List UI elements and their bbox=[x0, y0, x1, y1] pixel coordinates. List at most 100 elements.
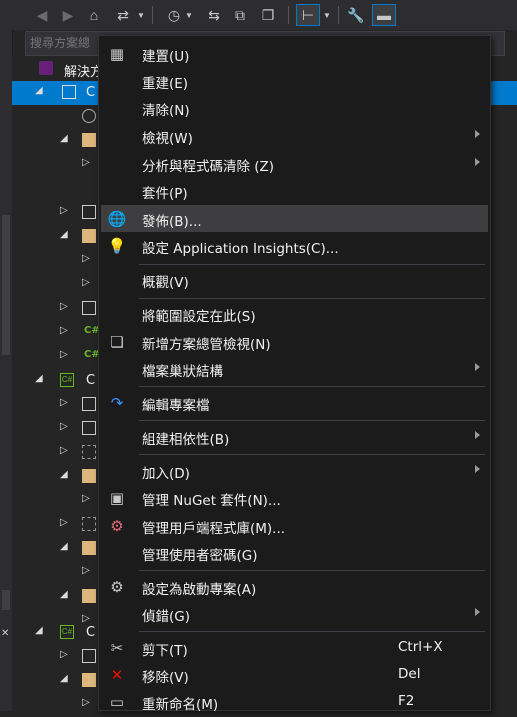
strip-mark bbox=[2, 590, 10, 610]
menu-item-add[interactable]: 加入(D) bbox=[101, 457, 488, 484]
submenu-arrow-icon bbox=[475, 158, 480, 166]
preview-icon[interactable]: ▬ bbox=[372, 4, 396, 26]
menu-item-clean[interactable]: 清除(N) bbox=[101, 94, 488, 121]
menu-item-overview[interactable]: 概觀(V) bbox=[101, 266, 488, 293]
folder-icon[interactable] bbox=[82, 589, 96, 603]
expand-arrow-icon[interactable]: ◢ bbox=[60, 541, 68, 552]
properties-icon[interactable]: 🔧 bbox=[346, 4, 366, 26]
collapse-arrow-icon[interactable]: ▷ bbox=[82, 253, 90, 264]
expand-arrow-icon[interactable]: ◢ bbox=[60, 469, 68, 480]
collapse-arrow-icon[interactable]: ▷ bbox=[82, 493, 90, 504]
expand-arrow-icon[interactable]: ◢ bbox=[35, 625, 43, 636]
publish-globe-icon: 🌐 bbox=[107, 211, 127, 228]
menu-separator bbox=[139, 264, 485, 265]
connected-services-icon[interactable] bbox=[82, 109, 96, 123]
forward-icon[interactable]: ▶ bbox=[58, 4, 78, 26]
menu-item-rebuild[interactable]: 重建(E) bbox=[101, 67, 488, 94]
expand-arrow-icon[interactable]: ◢ bbox=[35, 85, 43, 96]
expand-arrow-icon[interactable]: ◢ bbox=[35, 373, 43, 384]
menu-item-view[interactable]: 檢視(W) bbox=[101, 122, 488, 149]
menu-item-remove[interactable]: ✕ 移除(V) Del bbox=[101, 661, 488, 688]
menu-label: 組建相依性(B) bbox=[142, 432, 230, 448]
home-icon[interactable]: ⌂ bbox=[84, 4, 104, 26]
submenu-arrow-icon bbox=[475, 431, 480, 439]
collapse-arrow-icon[interactable]: ▷ bbox=[60, 325, 68, 336]
menu-item-cut[interactable]: ✂ 剪下(T) Ctrl+X bbox=[101, 634, 488, 661]
collapse-arrow-icon[interactable]: ▷ bbox=[60, 349, 68, 360]
menu-item-user-secrets[interactable]: 管理使用者密碼(G) bbox=[101, 539, 488, 566]
collapse-arrow-icon[interactable]: ▷ bbox=[60, 421, 68, 432]
strip-close-icon[interactable]: ✕ bbox=[1, 628, 9, 639]
client-library-icon: ⚙ bbox=[110, 518, 124, 535]
menu-item-package[interactable]: 套件(P) bbox=[101, 177, 488, 204]
folder-icon[interactable] bbox=[82, 541, 96, 555]
project-context-menu: ▦ 建置(U) 重建(E) 清除(N) 檢視(W) 分析與程式碼清除 (Z) 套… bbox=[98, 35, 491, 713]
menu-item-publish[interactable]: 🌐 發佈(B)... bbox=[101, 205, 488, 232]
properties-folder-icon[interactable] bbox=[82, 421, 96, 435]
expand-arrow-icon[interactable]: ◢ bbox=[60, 229, 68, 240]
collapse-arrow-icon[interactable]: ▷ bbox=[60, 649, 68, 660]
expand-arrow-icon[interactable]: ◢ bbox=[60, 589, 68, 600]
folder-icon[interactable] bbox=[82, 673, 96, 687]
menu-label: 重新命名(M) bbox=[142, 697, 219, 713]
dropdown-arrow-icon[interactable]: ▼ bbox=[322, 4, 332, 26]
expand-arrow-icon[interactable]: ◢ bbox=[60, 133, 68, 144]
collapse-arrow-icon[interactable]: ▷ bbox=[60, 205, 68, 216]
dependencies-icon[interactable] bbox=[82, 397, 96, 411]
collapse-arrow-icon[interactable]: ▷ bbox=[82, 565, 90, 576]
menu-item-build-dependencies[interactable]: 組建相依性(B) bbox=[101, 423, 488, 450]
menu-label: 新增方案總管檢視(N) bbox=[142, 337, 271, 353]
menu-item-edit-project[interactable]: ↷ 編輯專案檔 bbox=[101, 389, 488, 416]
collapse-arrow-icon[interactable]: ▷ bbox=[82, 697, 90, 708]
menu-separator bbox=[139, 386, 485, 387]
show-all-files-icon[interactable]: ⊢ bbox=[296, 4, 320, 26]
collapse-arrow-icon[interactable]: ▷ bbox=[60, 397, 68, 408]
menu-separator bbox=[139, 631, 485, 632]
folder-icon[interactable] bbox=[82, 229, 96, 243]
collapse-all-icon[interactable]: ⧉ bbox=[230, 4, 250, 26]
back-icon[interactable]: ◀ bbox=[32, 4, 52, 26]
menu-label: 套件(P) bbox=[142, 186, 188, 202]
collapse-arrow-icon[interactable]: ▷ bbox=[60, 517, 68, 528]
menu-item-app-insights[interactable]: 💡 設定 Application Insights(C)... bbox=[101, 232, 488, 259]
pending-changes-icon[interactable]: ⇆ bbox=[204, 4, 224, 26]
project-label: C bbox=[86, 373, 96, 388]
project-label: C bbox=[86, 625, 96, 640]
folder-icon[interactable] bbox=[82, 133, 96, 147]
copy-icon[interactable]: ❐ bbox=[258, 4, 278, 26]
new-view-icon: ❏ bbox=[110, 334, 124, 351]
menu-item-file-nesting[interactable]: 檔案巢狀結構 bbox=[101, 355, 488, 382]
hidden-folder-icon[interactable] bbox=[82, 517, 96, 531]
menu-item-build[interactable]: ▦ 建置(U) bbox=[101, 40, 488, 67]
search-input[interactable] bbox=[30, 35, 100, 51]
menu-item-debug[interactable]: 偵錯(G) bbox=[101, 600, 488, 627]
menu-label: 發佈(B)... bbox=[142, 214, 202, 230]
dropdown-arrow-icon[interactable]: ▼ bbox=[184, 4, 194, 26]
sync-icon[interactable]: ⇄ bbox=[112, 4, 134, 26]
dependencies-icon[interactable] bbox=[82, 649, 96, 663]
hidden-folder-icon[interactable] bbox=[82, 445, 96, 459]
menu-item-scope[interactable]: 將範圍設定在此(S) bbox=[101, 300, 488, 327]
collapse-arrow-icon[interactable]: ▷ bbox=[82, 157, 90, 168]
history-icon[interactable]: ◷ bbox=[164, 4, 184, 26]
collapse-arrow-icon[interactable]: ▷ bbox=[60, 445, 68, 456]
dropdown-arrow-icon[interactable]: ▼ bbox=[136, 4, 146, 26]
expand-arrow-icon[interactable]: ◢ bbox=[60, 673, 68, 684]
collapse-arrow-icon[interactable]: ▷ bbox=[82, 277, 90, 288]
build-icon: ▦ bbox=[109, 46, 125, 63]
csharp-project-icon: C# bbox=[60, 625, 74, 639]
menu-label: 編輯專案檔 bbox=[142, 398, 210, 414]
menu-item-analyze[interactable]: 分析與程式碼清除 (Z) bbox=[101, 150, 488, 177]
dependencies-icon[interactable] bbox=[82, 205, 96, 219]
folder-icon[interactable] bbox=[82, 469, 96, 483]
config-file-icon[interactable] bbox=[82, 301, 96, 315]
strip-scroll-thumb[interactable] bbox=[2, 215, 10, 355]
menu-item-nuget[interactable]: ▣ 管理 NuGet 套件(N)... bbox=[101, 484, 488, 511]
menu-item-set-startup[interactable]: ⚙ 設定為啟動專案(A) bbox=[101, 573, 488, 600]
menu-item-new-solution-view[interactable]: ❏ 新增方案總管檢視(N) bbox=[101, 328, 488, 355]
menu-item-client-libraries[interactable]: ⚙ 管理用戶端程式庫(M)... bbox=[101, 512, 488, 539]
menu-label: 設定為啟動專案(A) bbox=[142, 582, 257, 598]
collapse-arrow-icon[interactable]: ▷ bbox=[60, 301, 68, 312]
menu-label: 分析與程式碼清除 (Z) bbox=[142, 159, 275, 175]
solution-icon bbox=[39, 61, 53, 75]
